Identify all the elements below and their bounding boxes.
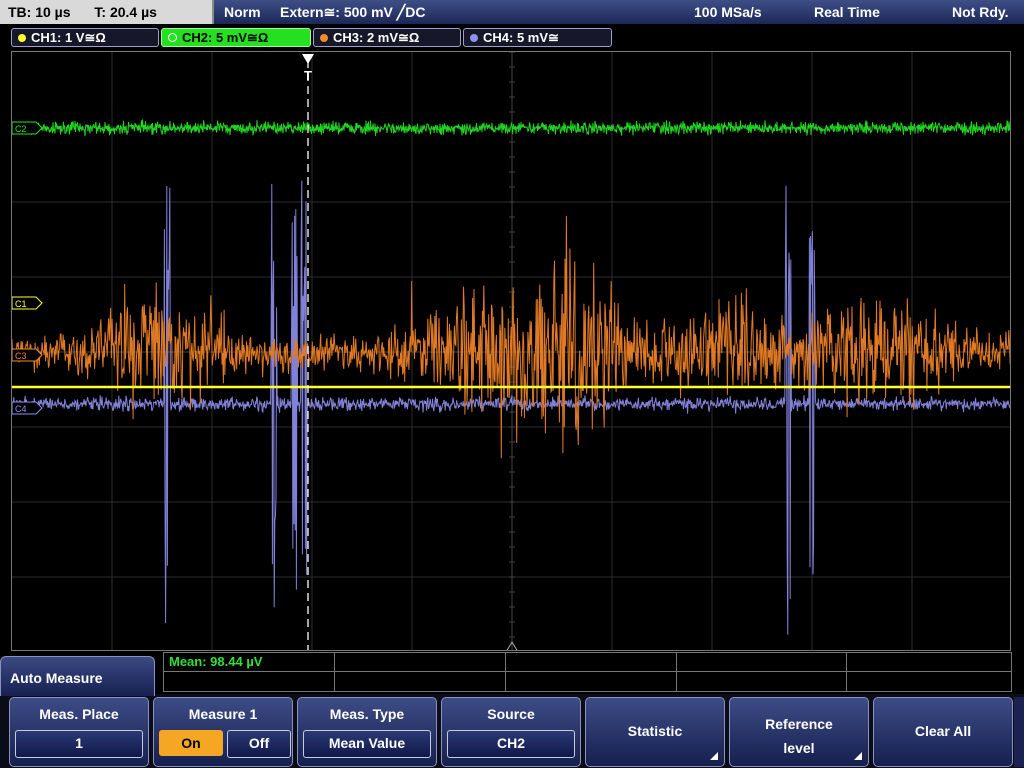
trigger-time-readout: T: 20.4 µs — [94, 4, 157, 20]
ch4-label: CH4: 5 mV≅ — [483, 30, 559, 45]
measurement-results-box — [163, 652, 1012, 692]
ch3-color-icon — [320, 34, 328, 42]
channel-ch4-button[interactable]: CH4: 5 mV≅ — [463, 28, 612, 47]
ch1-offset-marker: C1 — [12, 296, 43, 310]
meas-type-value[interactable]: Mean Value — [303, 730, 431, 758]
statistic-softkey[interactable]: Statistic — [585, 697, 725, 767]
ch2-marker-label: C2 — [15, 124, 27, 134]
ch2-color-icon — [168, 33, 177, 42]
status-timebase-panel: TB: 10 µs T: 20.4 µs — [0, 0, 214, 24]
meas-place-value[interactable]: 1 — [15, 730, 143, 758]
measure1-on-button[interactable]: On — [159, 730, 223, 756]
meas-divider — [334, 652, 335, 692]
source-softkey[interactable]: Source CH2 — [441, 697, 581, 767]
reference-label-line1: Reference — [765, 716, 833, 732]
ch3-marker-label: C3 — [15, 351, 27, 361]
ch3-label: CH3: 2 mV≅Ω — [333, 30, 420, 45]
measure1-label: Measure 1 — [188, 706, 258, 722]
ready-state: Not Rdy. — [952, 4, 1009, 20]
channel-ch3-button[interactable]: CH3: 2 mV≅Ω — [313, 28, 461, 47]
ch2-label: CH2: 5 mV≅Ω — [182, 30, 269, 45]
submenu-arrow-icon — [710, 752, 718, 760]
ch1-color-icon — [18, 34, 26, 42]
meas-divider — [505, 652, 506, 692]
source-value[interactable]: CH2 — [447, 730, 575, 758]
ch1-marker-label: C1 — [15, 299, 27, 309]
clear-all-softkey[interactable]: Clear All — [873, 697, 1013, 767]
ch2-offset-marker: C2 — [12, 121, 43, 135]
trigger-source[interactable]: Extern≅: 500 mV ╱DC — [280, 0, 425, 24]
meas-type-softkey[interactable]: Meas. Type Mean Value — [297, 697, 437, 767]
menu-title-auto-measure: Auto Measure — [0, 656, 155, 696]
trigger-mode[interactable]: Norm — [224, 0, 261, 24]
mean-measurement-readout: Mean: 98.44 µV — [169, 654, 263, 669]
sample-rate: 100 MSa/s — [694, 4, 762, 20]
timebase-readout: TB: 10 µs — [8, 4, 71, 20]
ch1-label: CH1: 1 V≅Ω — [31, 30, 106, 45]
reference-level-softkey[interactable]: Reference level — [729, 697, 869, 767]
measure1-off-button[interactable]: Off — [227, 730, 291, 758]
measure1-softkey[interactable]: Measure 1 On Off — [153, 697, 293, 767]
meas-divider — [676, 652, 677, 692]
source-label: Source — [487, 706, 535, 722]
meas-type-label: Meas. Type — [329, 706, 405, 722]
meas-divider — [846, 652, 847, 692]
channel-ch1-button[interactable]: CH1: 1 V≅Ω — [11, 28, 159, 47]
submenu-arrow-icon — [854, 752, 862, 760]
reference-level-label-block: Reference level — [730, 712, 868, 760]
reference-label-line2: level — [783, 740, 815, 756]
meas-place-softkey[interactable]: Meas. Place 1 — [9, 697, 149, 767]
waveform-plot: T C2 C1 C3 C4 — [12, 52, 1010, 650]
channel-ch2-button[interactable]: CH2: 5 mV≅Ω — [161, 28, 311, 47]
waveform-display[interactable]: T C2 C1 C3 C4 — [11, 51, 1011, 651]
acquisition-mode: Real Time — [814, 4, 880, 20]
softkey-side-strip — [1014, 697, 1024, 767]
status-bar: Norm Extern≅: 500 mV ╱DC 100 MSa/s Real … — [214, 0, 1024, 24]
statistic-label: Statistic — [627, 723, 683, 739]
meas-row-divider — [163, 671, 1012, 672]
ch4-color-icon — [470, 34, 478, 42]
trigger-t-label: T — [304, 68, 312, 83]
ch3-offset-marker: C3 — [12, 348, 43, 362]
ch4-marker-label: C4 — [15, 404, 27, 414]
clear-all-label: Clear All — [914, 723, 972, 739]
meas-place-label: Meas. Place — [39, 706, 119, 722]
ch4-offset-marker: C4 — [12, 401, 43, 415]
